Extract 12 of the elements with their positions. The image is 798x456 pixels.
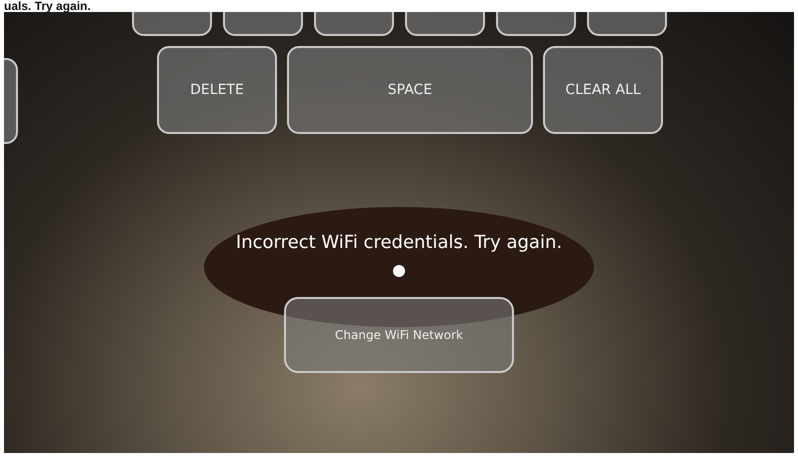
key-button[interactable] — [132, 12, 212, 36]
change-network-button[interactable]: Change WiFi Network — [284, 297, 514, 373]
key-button[interactable] — [404, 12, 484, 36]
key-button[interactable] — [222, 12, 302, 36]
keyboard-key[interactable]: DELETE — [157, 46, 277, 134]
key-button[interactable] — [314, 12, 394, 36]
error-message: Incorrect WiFi credentials. Try again. — [236, 232, 562, 253]
caption-text: uals. Try again. — [3, 0, 92, 12]
key-button[interactable] — [586, 12, 666, 36]
keyboard-key[interactable]: SPACE — [287, 46, 533, 134]
key-button[interactable] — [496, 12, 576, 36]
keyboard-key[interactable]: CLEAR ALL — [543, 46, 663, 134]
